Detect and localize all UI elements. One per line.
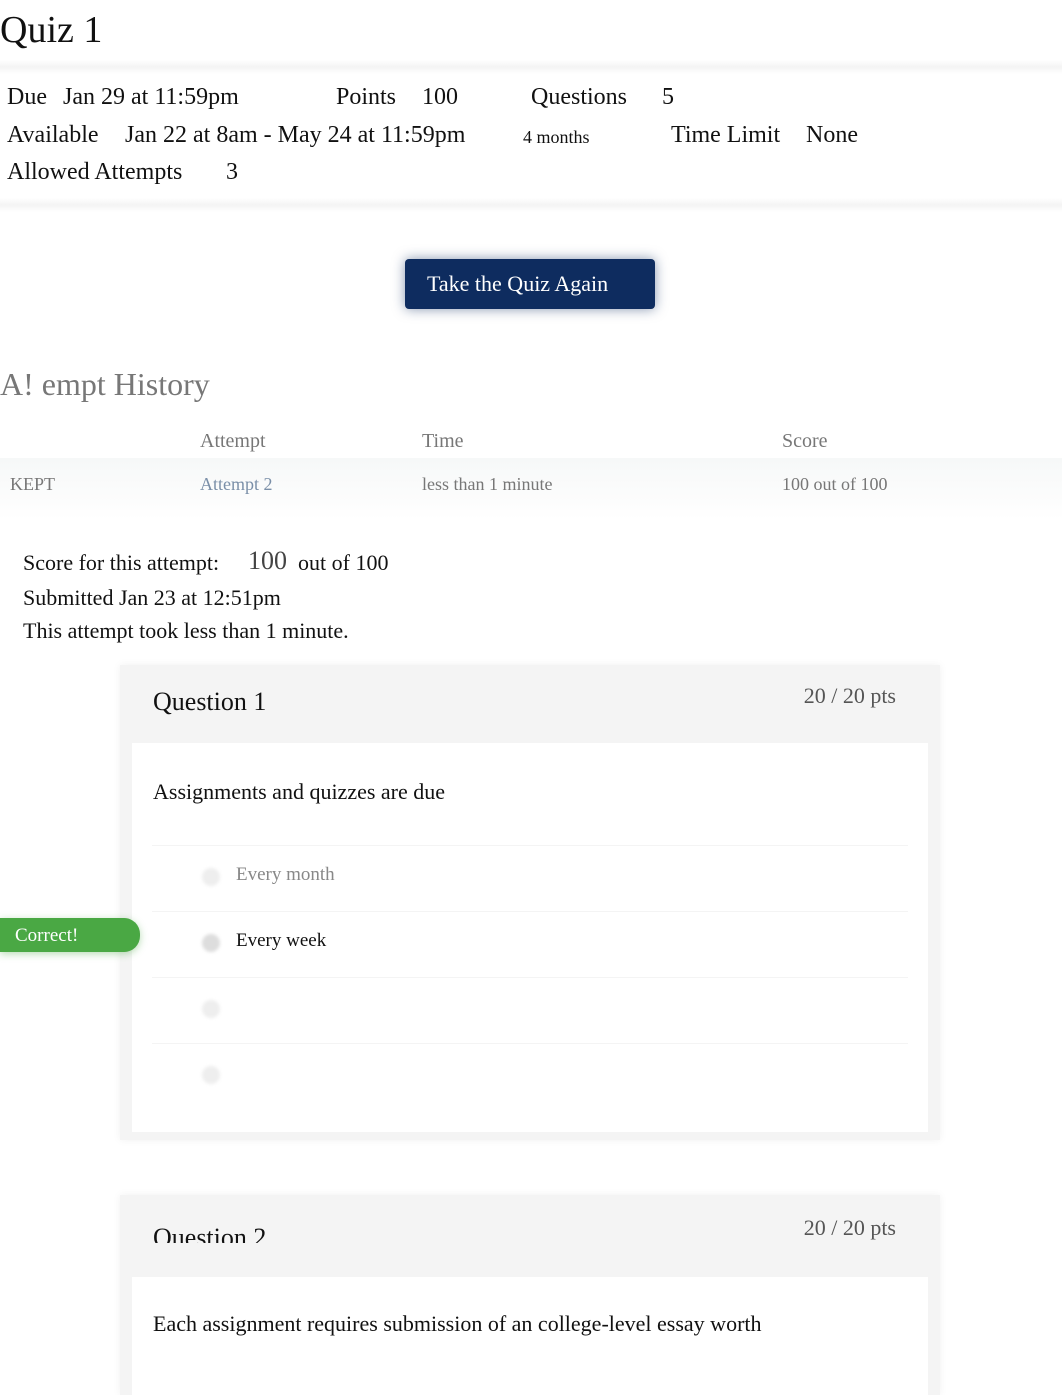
- radio-icon[interactable]: [202, 868, 220, 886]
- question-body: Each assignment requires submission of a…: [132, 1277, 928, 1395]
- col-time: Time: [422, 430, 464, 452]
- answer-text: Every month: [236, 864, 335, 885]
- question-points: 20 / 20 pts: [803, 1215, 896, 1240]
- questions-label: Questions: [531, 84, 627, 110]
- available-label: Available: [7, 122, 99, 148]
- attempt-history-title: A! empt History: [0, 366, 210, 402]
- attempts-label: Allowed Attempts: [7, 159, 183, 185]
- question-body: Assignments and quizzes are due Every mo…: [132, 743, 928, 1132]
- question-title: Question 2: [153, 1223, 267, 1243]
- radio-icon[interactable]: [202, 1000, 220, 1018]
- take-quiz-again-button[interactable]: Take the Quiz Again: [405, 259, 655, 309]
- radio-selected-icon[interactable]: [202, 934, 220, 952]
- score-suffix: out of 100: [298, 550, 389, 575]
- points-value: 100: [422, 84, 458, 110]
- table-row: KEPT Attempt 2 less than 1 minute 100 ou…: [0, 458, 1062, 520]
- answer-text: Every week: [236, 930, 327, 951]
- available-duration: 4 months: [523, 127, 590, 147]
- duration-text: This attempt took less than 1 minute.: [23, 618, 349, 643]
- divider: [0, 198, 1062, 212]
- question-2: Question 2 20 / 20 pts Each assignment r…: [120, 1195, 940, 1395]
- attempts-value: 3: [226, 159, 238, 185]
- due-value: Jan 29 at 11:59pm: [63, 84, 239, 110]
- points-label: Points: [336, 84, 397, 110]
- correct-badge: Correct!: [0, 918, 140, 952]
- answer-option[interactable]: [152, 977, 908, 1042]
- answer-option[interactable]: Every week: [152, 911, 908, 976]
- attempt-time: less than 1 minute: [422, 474, 553, 494]
- question-text: Assignments and quizzes are due: [153, 779, 446, 804]
- score-label: Score for this attempt:: [23, 550, 220, 575]
- attempt-link[interactable]: Attempt 2: [200, 474, 273, 495]
- answer-option[interactable]: [152, 1043, 908, 1108]
- question-title: Question 1: [153, 687, 267, 716]
- col-score: Score: [782, 430, 828, 452]
- page-title: Quiz 1: [0, 9, 103, 51]
- due-label: Due: [7, 84, 47, 110]
- score-value: 100: [248, 546, 287, 575]
- answer-option[interactable]: Every month: [152, 845, 908, 910]
- col-attempt: Attempt: [200, 430, 266, 452]
- question-text: Each assignment requires submission of a…: [153, 1311, 762, 1336]
- attempt-score: 100 out of 100: [782, 474, 888, 494]
- submitted-text: Submitted Jan 23 at 12:51pm: [23, 585, 281, 610]
- radio-icon[interactable]: [202, 1066, 220, 1084]
- questions-value: 5: [662, 84, 674, 110]
- kept-label: KEPT: [10, 474, 55, 494]
- question-1: Question 1 20 / 20 pts Assignments and q…: [120, 665, 940, 1140]
- time-limit-value: None: [806, 122, 858, 148]
- question-points: 20 / 20 pts: [803, 683, 896, 708]
- available-value: Jan 22 at 8am - May 24 at 11:59pm: [125, 122, 466, 148]
- time-limit-label: Time Limit: [671, 122, 781, 148]
- divider: [0, 60, 1062, 74]
